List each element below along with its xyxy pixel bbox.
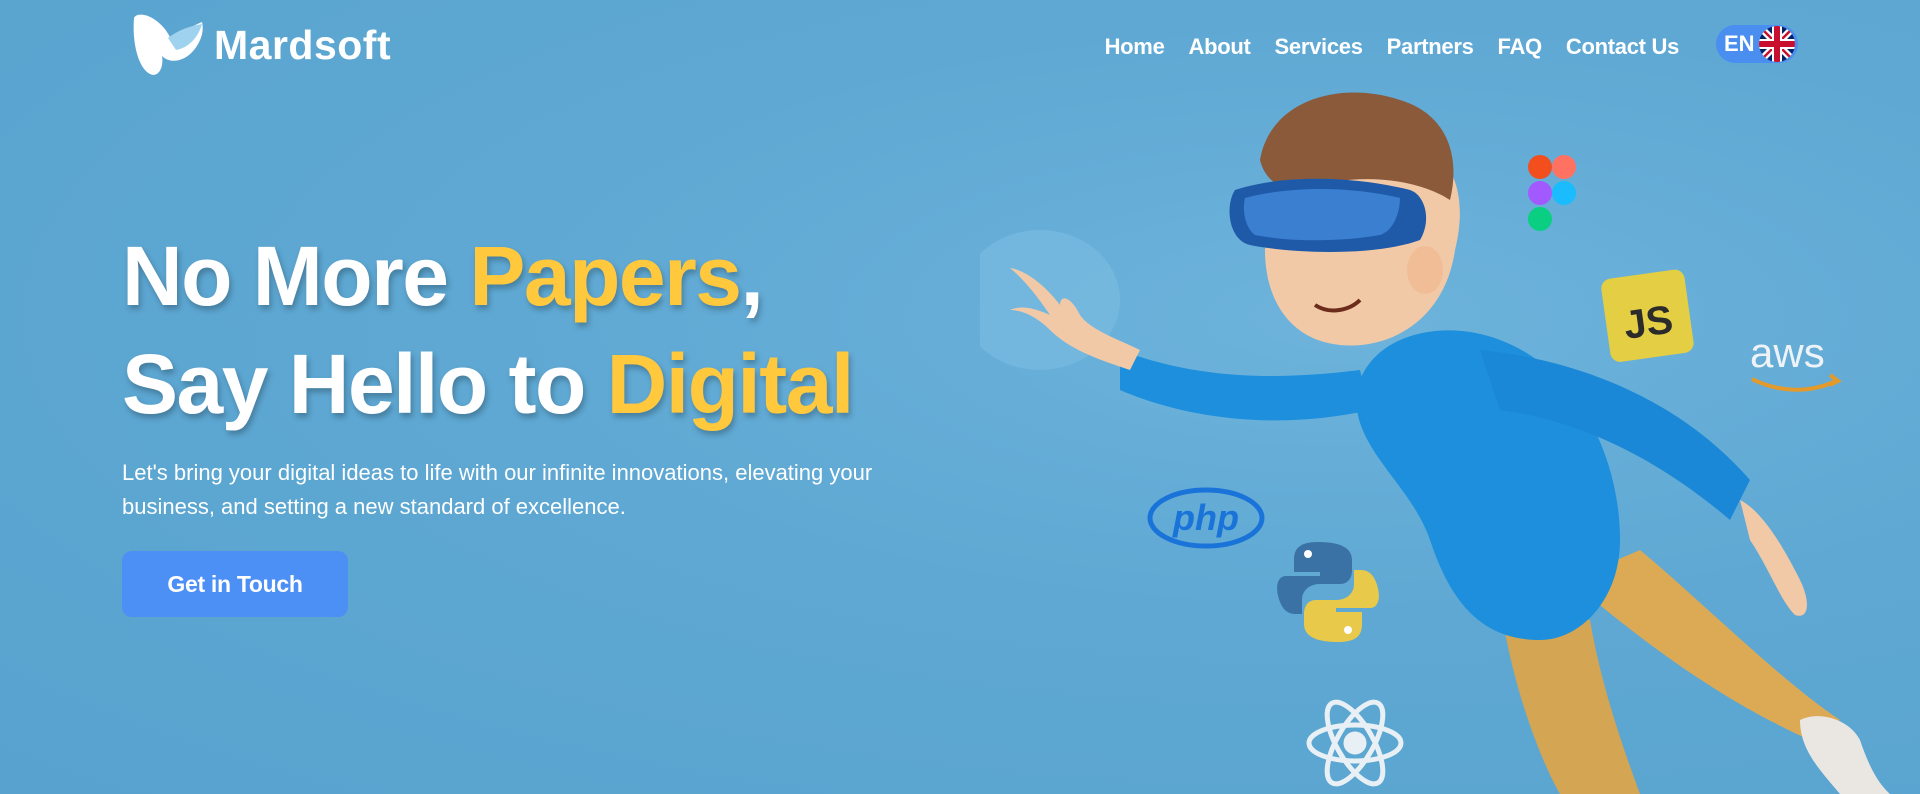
mardsoft-logo-icon [133,14,203,75]
php-text: php [1172,497,1239,538]
headline-highlight-digital: Digital [606,337,855,431]
headline-comma: , [740,229,764,323]
javascript-icon: JS [1601,269,1694,362]
figma-icon [1528,155,1576,231]
character-head [1229,92,1460,346]
nav-home[interactable]: Home [1105,34,1165,60]
language-switcher[interactable]: EN [1716,25,1798,63]
hero-illustration: JS aws php [980,92,1890,794]
headline-highlight-papers: Papers [469,229,742,323]
headline-text: No More [122,229,470,323]
hero-subtitle: Let's bring your digital ideas to life w… [122,460,873,519]
nav-faq[interactable]: FAQ [1498,34,1543,60]
hero-headline: No More Papers, Say Hello to Digital [122,222,982,438]
headline-text: Say Hello to [122,337,607,431]
get-in-touch-button[interactable]: Get in Touch [122,551,348,617]
headline-line-1: No More Papers, [122,222,982,330]
language-code: EN [1724,31,1755,56]
nav-about[interactable]: About [1189,34,1251,60]
aws-text: aws [1750,329,1825,376]
brand-name: Mardsoft [214,21,392,68]
js-text: JS [1621,297,1676,347]
nav-partners[interactable]: Partners [1387,34,1474,60]
headline-line-2: Say Hello to Digital [122,330,982,438]
python-icon [1277,542,1379,642]
uk-flag-icon [1758,26,1795,62]
brand-logo[interactable]: Mardsoft [128,12,391,78]
nav-contact-us[interactable]: Contact Us [1566,34,1679,60]
main-nav: Home About Services Partners FAQ Contact… [1105,34,1680,60]
php-icon: php [1147,487,1265,549]
nav-services[interactable]: Services [1275,34,1363,60]
aws-icon: aws [1750,329,1842,392]
react-icon [1306,699,1404,787]
